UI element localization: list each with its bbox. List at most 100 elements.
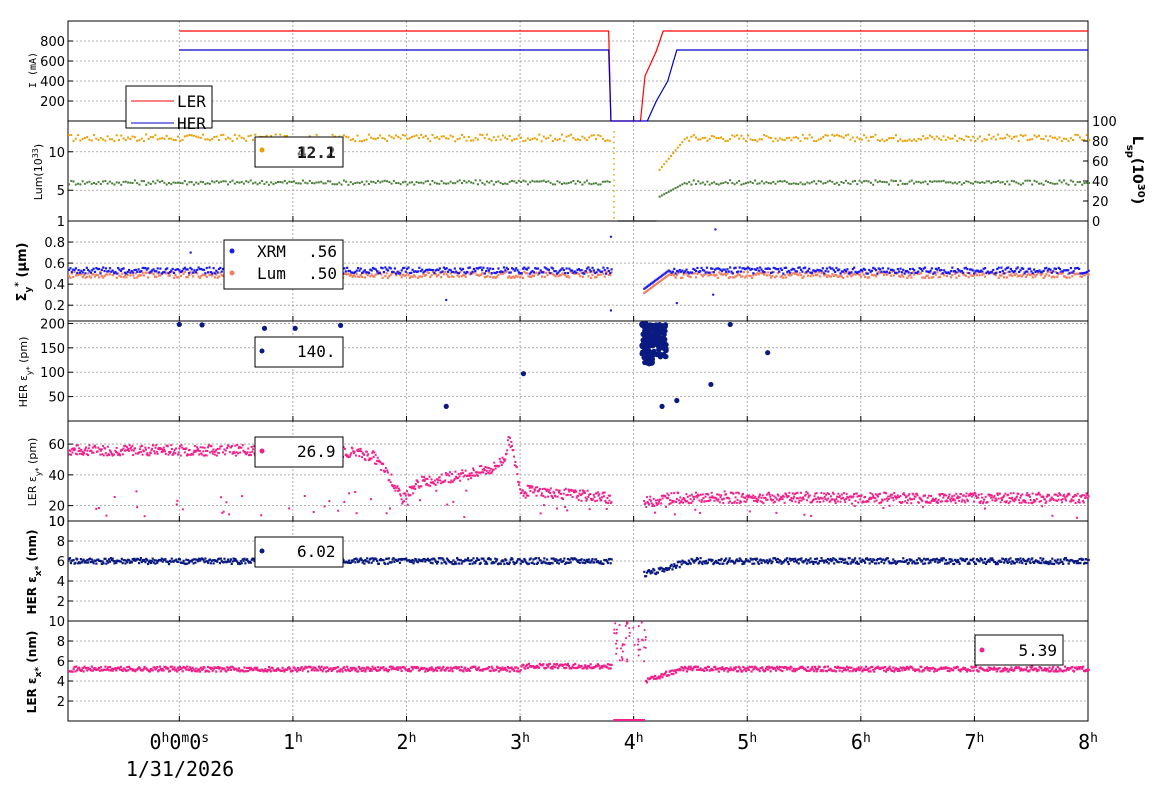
data-point [261, 180, 263, 182]
data-point [854, 180, 856, 182]
data-point [613, 131, 615, 133]
data-point [120, 276, 122, 278]
data-point [426, 478, 428, 480]
data-point [207, 562, 209, 564]
data-point [107, 135, 109, 137]
data-point [731, 134, 733, 136]
data-point [250, 179, 252, 181]
data-point [471, 475, 473, 477]
data-point [120, 184, 122, 186]
data-point [413, 184, 415, 186]
data-point [676, 498, 678, 500]
data-point [981, 493, 983, 495]
data-point [719, 501, 721, 503]
data-point [195, 271, 197, 273]
data-point [262, 326, 267, 331]
data-point [613, 153, 615, 155]
data-point [904, 500, 906, 502]
data-point [75, 267, 77, 269]
data-point [406, 490, 408, 492]
data-point [405, 274, 407, 276]
data-point [237, 452, 239, 454]
data-point [93, 273, 95, 275]
legend-value: .50 [308, 264, 337, 283]
data-point [884, 181, 886, 183]
data-point [429, 140, 431, 142]
data-point [893, 492, 895, 494]
data-point [653, 340, 658, 345]
data-point [452, 136, 454, 138]
data-point [913, 138, 915, 140]
data-point [523, 495, 525, 497]
data-point [376, 270, 378, 272]
data-point [1007, 494, 1009, 496]
data-point [192, 275, 194, 277]
data-point [194, 562, 196, 564]
data-point [503, 266, 505, 268]
legend-marker [230, 271, 235, 276]
data-point [409, 137, 411, 139]
data-point [782, 277, 784, 279]
data-point [595, 276, 597, 278]
data-point [929, 135, 931, 137]
data-point [207, 446, 209, 448]
data-point [845, 180, 847, 182]
data-point [416, 181, 418, 183]
data-point [847, 134, 849, 136]
data-point [159, 267, 161, 269]
data-point [123, 137, 125, 139]
data-point [756, 501, 758, 503]
data-point [1038, 269, 1040, 271]
data-point [812, 274, 814, 276]
data-point [991, 499, 993, 501]
data-point [954, 499, 956, 501]
data-point [701, 499, 703, 501]
data-point [913, 269, 915, 271]
data-point [1057, 495, 1059, 497]
data-point [193, 269, 195, 271]
data-point [867, 273, 869, 275]
data-point [179, 558, 181, 560]
data-point [242, 560, 244, 562]
data-point [965, 495, 967, 497]
data-point [964, 500, 966, 502]
data-point [405, 495, 407, 497]
data-point [763, 271, 765, 273]
data-point [219, 448, 221, 450]
data-point [999, 182, 1001, 184]
data-point [143, 274, 145, 276]
data-point [1081, 276, 1083, 278]
data-point [533, 275, 535, 277]
data-point [689, 495, 691, 497]
data-point [511, 139, 513, 141]
data-point [354, 140, 356, 142]
data-point [753, 500, 755, 502]
data-point [175, 559, 177, 561]
data-point [881, 181, 883, 183]
data-point [588, 183, 590, 185]
data-point [1088, 139, 1090, 141]
data-point [122, 453, 124, 455]
data-point [940, 139, 942, 141]
data-point [877, 496, 879, 498]
data-point [187, 276, 189, 278]
data-point [458, 275, 460, 277]
data-point [101, 448, 103, 450]
data-point [566, 267, 568, 269]
data-point [930, 495, 932, 497]
data-point [176, 500, 178, 502]
data-point [76, 272, 78, 274]
data-point [542, 271, 544, 273]
data-point [540, 494, 542, 496]
data-point [200, 181, 202, 183]
data-point [902, 275, 904, 277]
data-point [260, 514, 262, 516]
data-point [1052, 183, 1054, 185]
data-point [202, 450, 204, 452]
data-point [457, 477, 459, 479]
data-point [550, 134, 552, 136]
data-point [214, 454, 216, 456]
y-tick-label: 10 [48, 515, 65, 530]
data-point [481, 134, 483, 136]
data-point [102, 181, 104, 183]
